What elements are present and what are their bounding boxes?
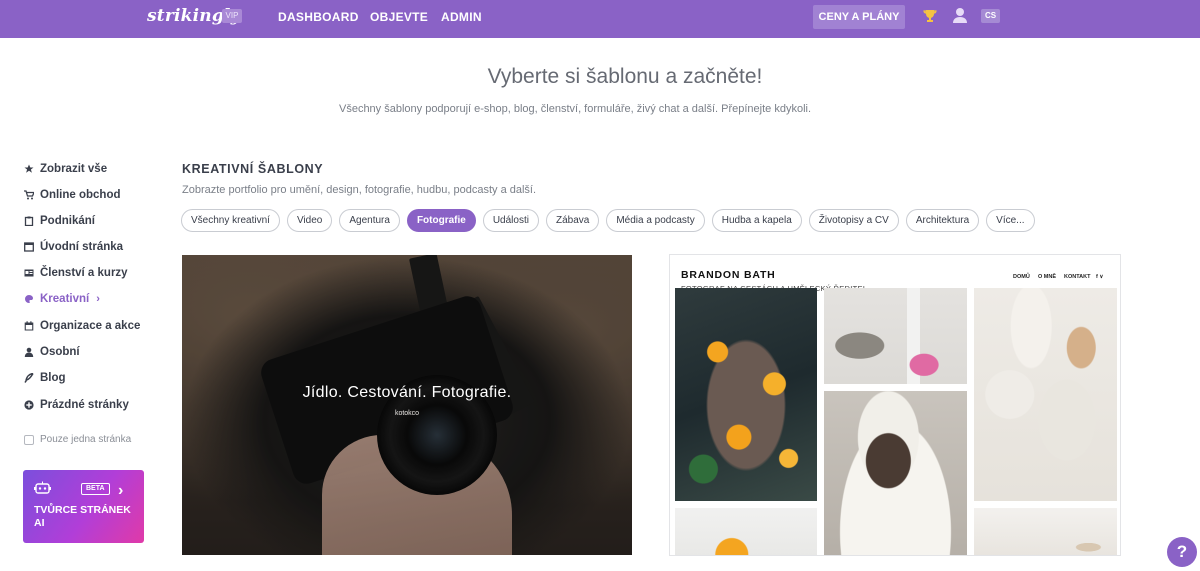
sidebar-item-organizace-a-akce[interactable]: Organizace a akce — [24, 318, 140, 334]
palette-icon — [25, 295, 34, 303]
section-subtitle: Zobrazte portfolio pro umění, design, fo… — [182, 184, 537, 196]
id-card-icon — [24, 269, 34, 277]
ai-site-builder-card[interactable]: BETA › TVŮRCE STRÁNEK AI — [23, 470, 144, 543]
filter-media-podcasts[interactable]: Média a podcasty — [606, 209, 705, 232]
photo-face-mask — [824, 391, 967, 555]
sidebar-item-label: Blog — [40, 372, 66, 384]
image-overlay — [182, 255, 632, 555]
sidebar-item-label: Online obchod — [40, 189, 121, 201]
star-icon — [24, 164, 34, 173]
template-menu-social: f ∨ — [1096, 274, 1104, 280]
template-site-name: BRANDON BATH — [681, 269, 776, 281]
sidebar-item-blog[interactable]: Blog — [24, 370, 66, 386]
category-filter-list: Všechny kreativní Video Agentura Fotogra… — [181, 209, 1035, 232]
sidebar-item-online-obchod[interactable]: Online obchod — [24, 187, 121, 203]
cart-icon — [24, 190, 34, 200]
nav-dashboard[interactable]: DASHBOARD — [278, 10, 359, 24]
user-icon[interactable] — [951, 6, 969, 24]
sidebar-item-clenstvi-a-kurzy[interactable]: Členství a kurzy — [24, 265, 128, 281]
clipboard-icon — [24, 216, 34, 226]
window-icon — [24, 242, 34, 252]
template-menu-about: O MNĚ — [1038, 274, 1057, 280]
filter-resume-cv[interactable]: Životopisy a CV — [808, 209, 899, 232]
filter-all-creative[interactable]: Všechny kreativní — [181, 209, 280, 232]
photo-citrus-bath — [675, 288, 817, 501]
photo-dried-herbs — [974, 508, 1117, 555]
template-menu-contact: KONTAKT — [1064, 274, 1091, 280]
photo-towel-flowers — [824, 288, 967, 384]
vip-badge: VIP — [222, 9, 242, 23]
filter-entertainment[interactable]: Zábava — [545, 209, 600, 232]
single-page-filter[interactable]: Pouze jedna stránka — [24, 434, 131, 445]
photo-orange-slice — [675, 508, 817, 555]
top-navigation-bar: strikingly VIP DASHBOARD OBJEVTE ADMIN C… — [0, 0, 1200, 38]
robot-icon — [34, 481, 51, 494]
quill-icon — [24, 373, 34, 383]
sidebar-item-label: Osobní — [40, 346, 80, 358]
trophy-icon[interactable] — [922, 8, 938, 24]
filter-video[interactable]: Video — [286, 209, 333, 232]
single-page-label: Pouze jedna stránka — [40, 434, 132, 445]
beta-badge: BETA — [81, 483, 110, 495]
calendar-icon — [24, 321, 34, 331]
photo-spa-products — [974, 288, 1117, 501]
sidebar-item-podnikani[interactable]: Podnikání — [24, 213, 95, 229]
template-tagline: kotokco — [394, 410, 420, 417]
filter-architecture[interactable]: Architektura — [905, 209, 980, 232]
filter-photography[interactable]: Fotografie — [406, 209, 476, 232]
pricing-button[interactable]: CENY A PLÁNY — [813, 5, 905, 29]
nav-objevte[interactable]: OBJEVTE — [370, 10, 428, 24]
sidebar-item-uvodni-stranka[interactable]: Úvodní stránka — [24, 239, 123, 255]
sidebar-item-label: Organizace a akce — [40, 320, 141, 332]
template-card-brandon-bath[interactable]: BRANDON BATH FOTOGRAF NA CESTÁCH A UMĚLE… — [669, 254, 1121, 556]
sidebar-item-label: Podnikání — [40, 215, 95, 227]
single-page-checkbox[interactable] — [24, 434, 34, 445]
chevron-right-icon: › — [96, 293, 100, 305]
filter-more[interactable]: Více... — [986, 209, 1035, 232]
filter-music-band[interactable]: Hudba a kapela — [711, 209, 802, 232]
page-title: Vyberte si šablonu a začněte! — [487, 65, 763, 88]
help-button[interactable]: ? — [1167, 537, 1197, 567]
sidebar-item-label: Prázdné stránky — [40, 399, 129, 411]
template-card-food-travel-photography[interactable]: Jídlo. Cestování. Fotografie. kotokco — [182, 255, 632, 555]
nav-admin[interactable]: ADMIN — [441, 10, 482, 24]
sidebar-item-kreativni[interactable]: Kreativní › — [24, 291, 100, 307]
plus-circle-icon — [24, 400, 34, 410]
sidebar-item-osobni[interactable]: Osobní — [24, 344, 80, 360]
language-selector[interactable]: CS — [981, 9, 1000, 23]
sidebar-item-label: Členství a kurzy — [40, 267, 128, 279]
sidebar-item-label: Úvodní stránka — [40, 241, 124, 253]
filter-events[interactable]: Události — [482, 209, 539, 232]
section-title: KREATIVNÍ ŠABLONY — [182, 162, 324, 176]
person-icon — [24, 347, 34, 357]
sidebar-item-label: Zobrazit vše — [40, 163, 108, 175]
ai-card-title: TVŮRCE STRÁNEK AI — [34, 504, 131, 529]
sidebar-item-label: Kreativní — [40, 293, 90, 305]
sidebar-item-zobrazit-vse[interactable]: Zobrazit vše — [24, 161, 107, 177]
template-headline: Jídlo. Cestování. Fotografie. — [302, 384, 512, 401]
template-menu-home: DOMŮ — [1013, 274, 1030, 280]
chevron-right-icon: › — [118, 482, 124, 499]
page-subtitle: Všechny šablony podporují e-shop, blog, … — [338, 103, 812, 115]
sidebar-item-prazdne-stranky[interactable]: Prázdné stránky — [24, 397, 129, 413]
filter-agency[interactable]: Agentura — [339, 209, 400, 232]
